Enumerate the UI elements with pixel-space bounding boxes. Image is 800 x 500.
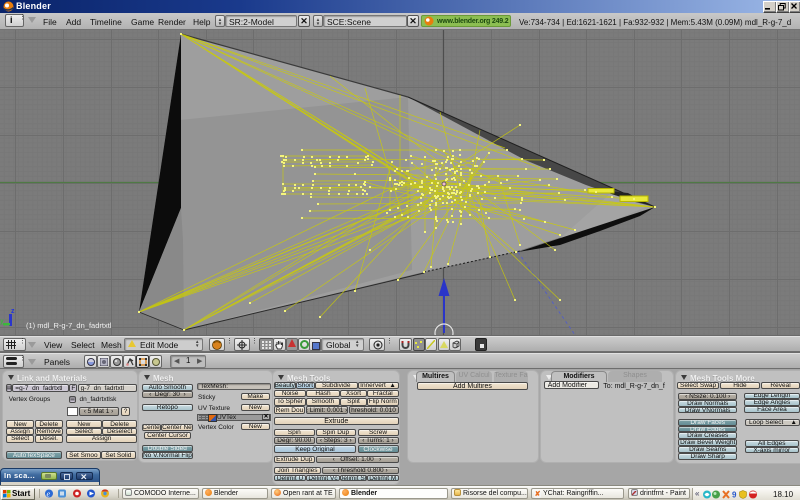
- svg-text:(1) mdl_R-g-7_dn_fadrtxtl: (1) mdl_R-g-7_dn_fadrtxtl: [26, 321, 112, 330]
- svg-text:y: y: [0, 318, 4, 325]
- svg-text:9: 9: [732, 490, 737, 499]
- svg-text:e: e: [47, 490, 51, 499]
- svg-text:z: z: [11, 308, 15, 315]
